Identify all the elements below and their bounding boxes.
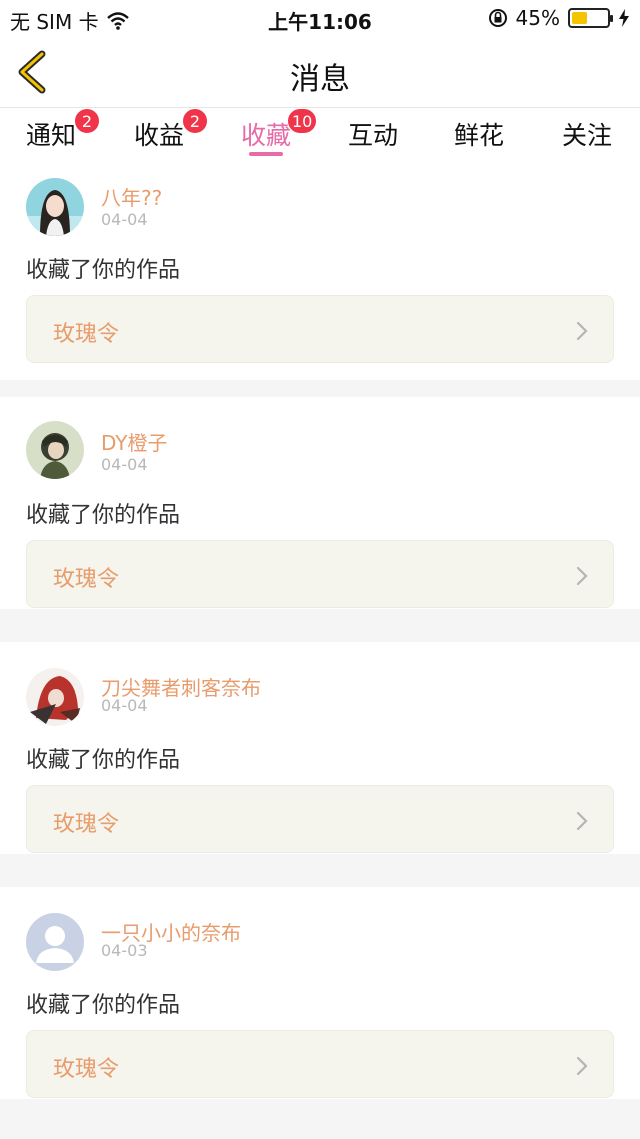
chevron-right-icon [576, 1056, 588, 1076]
tab-flowers[interactable]: 鲜花 [444, 116, 514, 152]
avatar[interactable] [26, 668, 84, 726]
status-bar: 无 SIM 卡 上午11:06 45% [0, 0, 640, 36]
tab-label: 关注 [561, 121, 612, 150]
unread-badge: 2 [182, 108, 208, 134]
action-text: 收藏了你的作品 [26, 748, 181, 773]
tab-label: 通知 [25, 121, 76, 150]
charging-bolt-icon [619, 9, 629, 27]
unread-badge: 2 [74, 108, 100, 134]
username[interactable]: DY橙子 [101, 427, 168, 456]
list-item: 刀尖舞者刺客奈布 04-04 收藏了你的作品 玫瑰令 [0, 642, 640, 854]
work-link[interactable]: 玫瑰令 [26, 540, 614, 608]
avatar[interactable] [26, 421, 84, 479]
tab-notifications[interactable]: 通知 2 [16, 108, 100, 152]
tab-label: 收藏 [240, 121, 291, 150]
work-title: 玫瑰令 [53, 322, 120, 347]
avatar[interactable] [26, 178, 84, 236]
work-title: 玫瑰令 [53, 812, 120, 837]
tab-earnings[interactable]: 收益 2 [124, 108, 208, 152]
unread-badge: 10 [287, 108, 318, 134]
tab-bar: 通知 2 收益 2 收藏 10 互动 鲜花 关注 [0, 108, 640, 168]
username[interactable]: 八年?? [101, 182, 162, 211]
avatar[interactable] [26, 913, 84, 971]
default-user-avatar-icon [26, 913, 84, 971]
work-link[interactable]: 玫瑰令 [26, 785, 614, 853]
battery-level [572, 12, 587, 24]
action-text: 收藏了你的作品 [26, 993, 181, 1018]
tab-interactions[interactable]: 互动 [338, 116, 408, 152]
work-title: 玫瑰令 [53, 1057, 120, 1082]
chevron-right-icon [576, 811, 588, 831]
list-item: 一只小小的奈布 04-03 收藏了你的作品 玫瑰令 [0, 887, 640, 1099]
timestamp: 04-03 [101, 941, 148, 960]
active-tab-indicator [249, 152, 283, 156]
chevron-right-icon [576, 321, 588, 341]
work-link[interactable]: 玫瑰令 [26, 1030, 614, 1098]
girl-photo-avatar-icon [26, 178, 84, 236]
tab-label: 互动 [347, 121, 398, 150]
nav-bar: 消息 [0, 36, 640, 108]
rotation-lock-icon [488, 9, 507, 27]
battery-percent: 45% [515, 6, 560, 30]
action-text: 收藏了你的作品 [26, 258, 181, 283]
timestamp: 04-04 [101, 455, 148, 474]
tab-label: 鲜花 [453, 121, 504, 150]
work-title: 玫瑰令 [53, 567, 120, 592]
action-text: 收藏了你的作品 [26, 503, 181, 528]
page-title: 消息 [290, 62, 350, 97]
assassin-character-avatar-icon [26, 668, 84, 726]
timestamp: 04-04 [101, 696, 148, 715]
list-item: 八年?? 04-04 收藏了你的作品 玫瑰令 [0, 168, 640, 380]
anime-boy-avatar-icon [26, 421, 84, 479]
timestamp: 04-04 [101, 210, 148, 229]
work-link[interactable]: 玫瑰令 [26, 295, 614, 363]
battery-icon [568, 8, 613, 28]
list-item: DY橙子 04-04 收藏了你的作品 玫瑰令 [0, 397, 640, 609]
tab-favorites[interactable]: 收藏 10 [231, 108, 318, 152]
tab-following[interactable]: 关注 [552, 116, 622, 152]
chevron-right-icon [576, 566, 588, 586]
tab-label: 收益 [133, 121, 184, 150]
